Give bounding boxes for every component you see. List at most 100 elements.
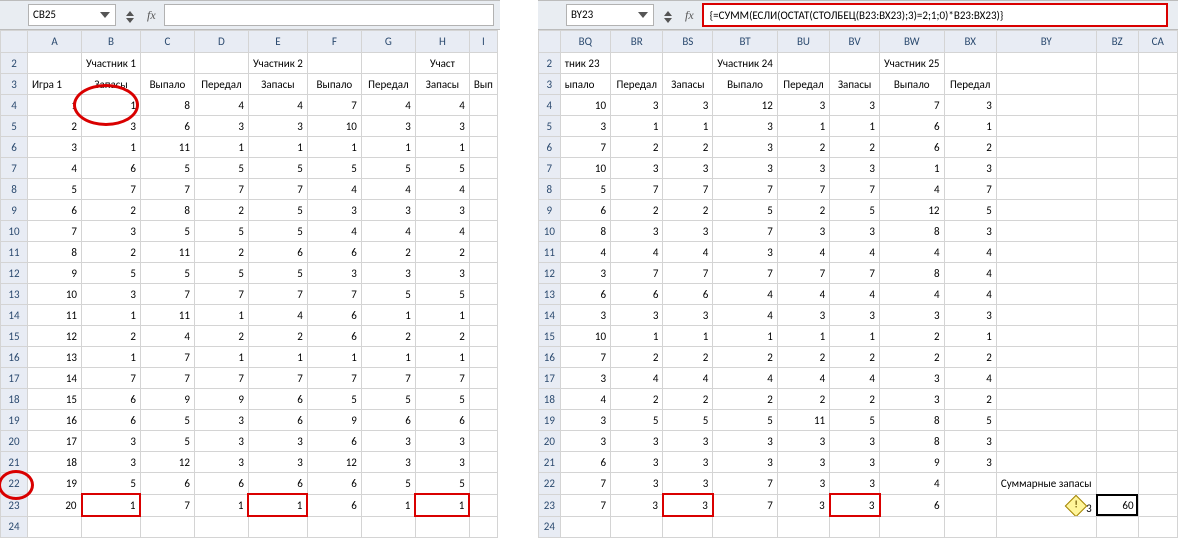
cell[interactable] — [996, 200, 1096, 221]
cell[interactable]: 2 — [777, 200, 829, 221]
cell[interactable]: 3 — [248, 452, 307, 473]
cell[interactable]: 6 — [82, 389, 141, 410]
row-header-9[interactable]: 9 — [539, 200, 561, 221]
cell[interactable]: 3 — [777, 221, 829, 242]
cell[interactable]: 3 — [415, 431, 469, 452]
cell[interactable]: 3 — [361, 263, 415, 284]
cell[interactable]: 1 — [361, 305, 415, 326]
cell[interactable] — [944, 494, 996, 516]
cell[interactable]: 3 — [663, 305, 713, 326]
cell[interactable]: 6 — [307, 431, 361, 452]
cell[interactable]: 6 — [415, 410, 469, 431]
cell[interactable]: 2 — [944, 347, 996, 368]
cell[interactable] — [1138, 158, 1177, 179]
cell[interactable]: 3 — [663, 95, 713, 116]
cell[interactable]: 6 — [560, 284, 610, 305]
cell[interactable]: 3 — [194, 452, 248, 473]
cell[interactable]: 1 — [361, 347, 415, 368]
cell[interactable] — [996, 516, 1096, 538]
cell[interactable]: 3 — [944, 221, 996, 242]
cell[interactable]: 1 — [415, 347, 469, 368]
cell[interactable] — [944, 516, 996, 538]
cell[interactable]: 4 — [611, 242, 663, 263]
cell[interactable]: 6 — [880, 137, 945, 158]
cell[interactable]: 5 — [140, 221, 194, 242]
cell[interactable] — [1138, 242, 1177, 263]
cell[interactable]: 2 — [663, 137, 713, 158]
cell[interactable]: 3 — [777, 431, 829, 452]
cell[interactable]: 7 — [560, 137, 610, 158]
cell[interactable]: 3 — [248, 116, 307, 137]
cell[interactable]: 3 — [560, 368, 610, 389]
cell[interactable]: 1 — [194, 137, 248, 158]
cell[interactable] — [1138, 284, 1177, 305]
cell[interactable]: 6 — [560, 200, 610, 221]
cell[interactable]: 5 — [361, 473, 415, 495]
cell[interactable] — [469, 116, 497, 137]
cell[interactable]: 11 — [28, 305, 82, 326]
cell[interactable]: 3 — [82, 452, 141, 473]
spreadsheet-grid-right[interactable]: BQBRBSBTBUBVBWBXBYBZCA2тник 23Участник 2… — [538, 30, 1178, 538]
row-header-4[interactable]: 4 — [539, 95, 561, 116]
cell[interactable]: 5 — [194, 158, 248, 179]
cell[interactable] — [996, 326, 1096, 347]
cell[interactable] — [996, 389, 1096, 410]
cell[interactable]: 7 — [415, 368, 469, 389]
cell[interactable]: 3 — [830, 158, 880, 179]
cell[interactable]: 3 — [830, 221, 880, 242]
cell[interactable]: 4 — [140, 326, 194, 347]
cell[interactable] — [944, 473, 996, 495]
cell[interactable]: 3 — [944, 431, 996, 452]
cell[interactable] — [1138, 326, 1177, 347]
cell[interactable] — [1096, 410, 1138, 431]
cell[interactable]: 3 — [663, 452, 713, 473]
cell[interactable]: 6 — [611, 284, 663, 305]
cell[interactable]: 1 — [28, 95, 82, 116]
cell[interactable]: 4 — [248, 95, 307, 116]
cell[interactable]: 4 — [944, 368, 996, 389]
cell[interactable]: 4 — [830, 242, 880, 263]
cell[interactable]: 5 — [560, 179, 610, 200]
cell[interactable]: 7 — [307, 95, 361, 116]
cell[interactable]: Суммарные запасы — [996, 473, 1096, 495]
cell[interactable]: 7 — [307, 368, 361, 389]
cell[interactable] — [469, 284, 497, 305]
cell[interactable] — [1096, 452, 1138, 473]
cell[interactable]: 3 — [194, 116, 248, 137]
cell[interactable] — [611, 516, 663, 538]
row-header-24[interactable]: 24 — [539, 516, 561, 538]
cell[interactable] — [1096, 347, 1138, 368]
cell[interactable] — [1138, 305, 1177, 326]
cell[interactable]: 3 — [560, 263, 610, 284]
cell[interactable]: 5 — [611, 410, 663, 431]
cell[interactable]: 5 — [944, 200, 996, 221]
cell[interactable]: 3 — [560, 116, 610, 137]
cell[interactable]: 5 — [248, 263, 307, 284]
cell[interactable]: 2 — [880, 326, 945, 347]
cell[interactable] — [560, 516, 610, 538]
cell[interactable]: 2 — [663, 200, 713, 221]
cell[interactable]: 2 — [830, 137, 880, 158]
cell[interactable]: 3 — [944, 95, 996, 116]
cell[interactable]: 4 — [307, 179, 361, 200]
cell[interactable]: 7 — [880, 95, 945, 116]
cell[interactable]: 3 — [415, 200, 469, 221]
formula-bar[interactable]: {=СУММ(ЕСЛИ(ОСТАТ(СТОЛБЕЦ(B23:BX23);3)=2… — [702, 3, 1168, 27]
cell[interactable]: 2 — [611, 347, 663, 368]
cell[interactable]: 6 — [82, 410, 141, 431]
cell[interactable]: 4 — [663, 368, 713, 389]
cell[interactable]: 4 — [28, 158, 82, 179]
cell[interactable]: 3 — [82, 221, 141, 242]
cell[interactable]: 5 — [415, 389, 469, 410]
cell[interactable]: 6 — [307, 326, 361, 347]
cell[interactable]: 2 — [248, 326, 307, 347]
cell[interactable]: 3 — [560, 305, 610, 326]
cell[interactable]: 4 — [830, 368, 880, 389]
cell[interactable]: 3 — [777, 305, 829, 326]
cell[interactable]: 8 — [880, 221, 945, 242]
cell[interactable] — [248, 516, 307, 538]
cell[interactable]: 4 — [944, 263, 996, 284]
cell[interactable]: 3 — [830, 473, 880, 495]
cell[interactable]: 4 — [880, 242, 945, 263]
cell[interactable]: 7 — [663, 179, 713, 200]
